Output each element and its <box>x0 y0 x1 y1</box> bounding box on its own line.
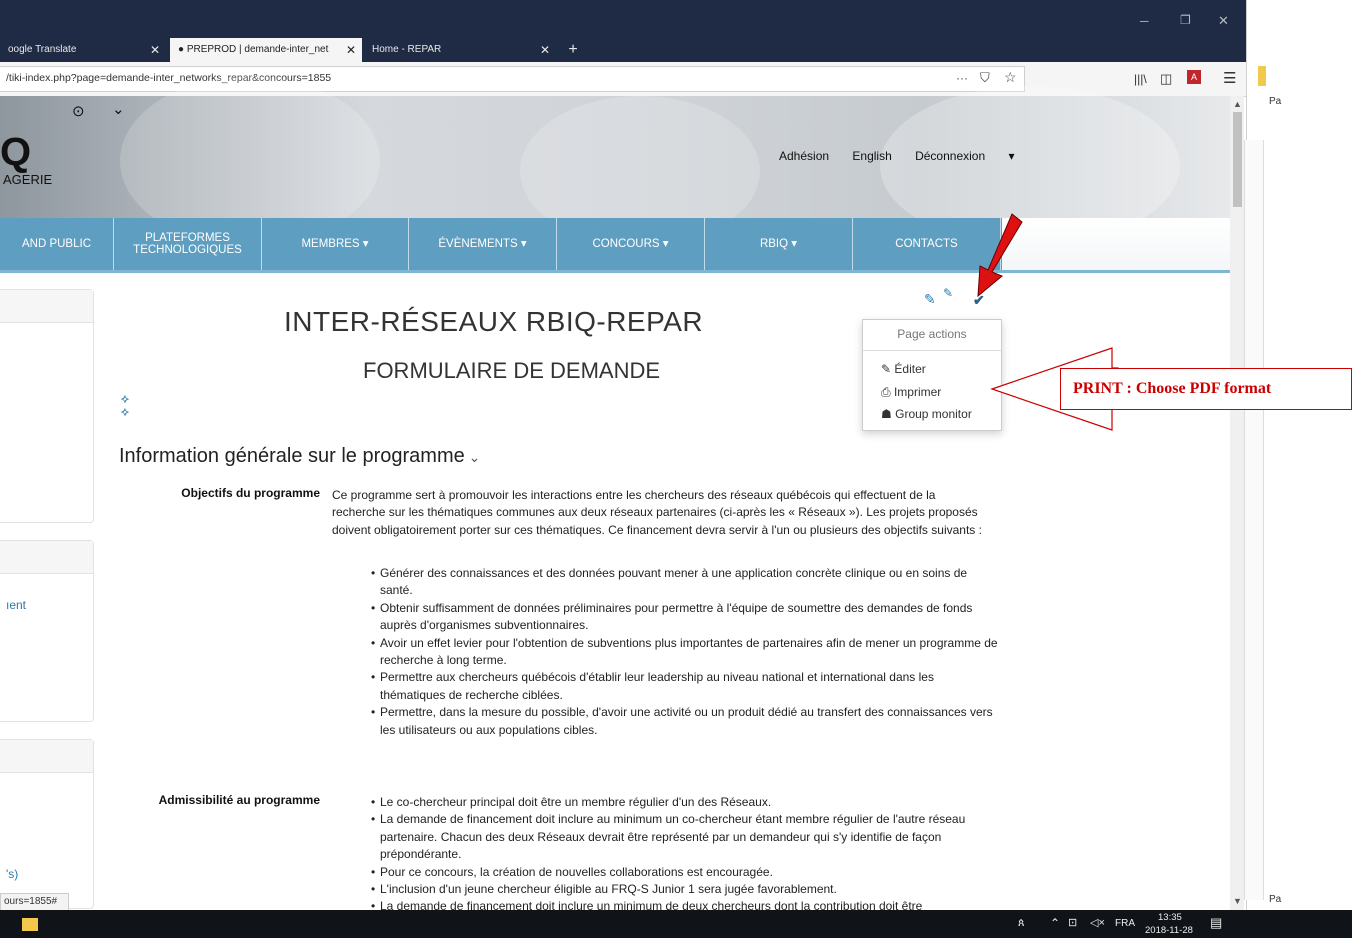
page-actions-menu: Page actions ✎ Éditer ⎙ Imprimer ☗ Group… <box>862 319 1002 431</box>
sidebar-link-1[interactable]: ıent <box>6 598 26 612</box>
objectives-list: Générer des connaissances et des données… <box>366 565 1000 739</box>
network-icon[interactable]: ⊡ <box>1068 916 1077 929</box>
tab-label: Home - REPAR <box>372 44 442 55</box>
menu-item-edit[interactable]: ✎ Éditer <box>881 362 926 376</box>
tab-preprod[interactable]: ● PREPROD | demande-inter_net ✕ <box>170 38 362 62</box>
sidebar-icon[interactable]: ◫ <box>1160 71 1172 87</box>
annotation-text: PRINT : Choose PDF format <box>1073 380 1272 397</box>
clock-date[interactable]: 2018-11-28 <box>1145 925 1193 936</box>
file-explorer-icon[interactable] <box>22 918 38 931</box>
close-icon[interactable]: ✕ <box>540 38 550 62</box>
folder-icon <box>1258 66 1266 86</box>
menu-concours[interactable]: CONCOURS ▾ <box>557 218 705 270</box>
chevron-up-icon[interactable]: ⌃ <box>1050 916 1060 930</box>
chevron-down-icon: ⌄ <box>464 449 481 465</box>
page-actions-header: Page actions <box>897 327 967 341</box>
notifications-icon[interactable]: ▤ <box>1210 915 1222 931</box>
sidebar-link-2[interactable]: 's) <box>6 867 18 881</box>
page-scrollbar-thumb[interactable] <box>1233 112 1242 207</box>
menu-plateformes[interactable]: PLATEFORMES TECHNOLOGIQUES <box>114 218 262 270</box>
volume-icon[interactable]: ◁× <box>1090 916 1105 929</box>
nav-english[interactable]: English <box>852 149 891 163</box>
language-indicator[interactable]: FRA <box>1115 918 1135 929</box>
menu-filler <box>1002 218 1230 270</box>
sidebar-box-2: ıent <box>0 540 94 722</box>
close-icon[interactable]: ✕ <box>346 38 356 62</box>
edit-icon[interactable]: ✎ <box>924 291 936 308</box>
list-item: L'inclusion d'un jeune chercheur éligibl… <box>371 881 982 899</box>
minimize-icon[interactable]: ─ <box>1140 14 1149 28</box>
nav-adhesion[interactable]: Adhésion <box>779 149 829 163</box>
list-item: La demande de financement doit inclure a… <box>371 811 982 863</box>
list-item: Pour ce concours, la création de nouvell… <box>371 864 982 882</box>
section-title[interactable]: Information générale sur le programme ⌄ <box>119 445 480 468</box>
pdf-icon[interactable]: A <box>1187 70 1201 84</box>
objectives-label: Objectifs du programme <box>181 486 320 500</box>
printer-icon: ⎙ <box>881 385 891 399</box>
menu-item-group-monitor[interactable]: ☗ Group monitor <box>881 407 972 421</box>
menu-membres[interactable]: MEMBRES ▾ <box>262 218 409 270</box>
github-icon: ● <box>178 44 185 55</box>
vertical-ruler <box>1244 140 1264 900</box>
site-logo[interactable]: Q <box>0 130 31 175</box>
url-bar[interactable]: /tiki-index.php?page=demande-inter_netwo… <box>0 66 1025 92</box>
top-nav: Adhésion English Déconnexion ▾ <box>779 149 1035 163</box>
page-subtitle: FORMULAIRE DE DEMANDE <box>363 358 661 383</box>
tab-label: PREPROD | demande-inter_net <box>186 44 329 55</box>
clock-time[interactable]: 13:35 <box>1158 912 1182 923</box>
eligibility-list: Le co-chercheur principal doit être un m… <box>366 794 982 910</box>
edit-icon-small[interactable]: ✎ <box>943 286 953 300</box>
list-item: La demande de financement doit inclure u… <box>371 898 982 910</box>
scroll-down-icon[interactable]: ▼ <box>1233 896 1242 906</box>
document-pane-bottom-text: Pa <box>1269 894 1282 905</box>
sidebar-box-1 <box>0 289 94 523</box>
red-arrow-icon <box>977 213 1023 298</box>
browser-tab-bar: oogle Translate ✕ ● PREPROD | demande-in… <box>0 0 1246 62</box>
nav-logout[interactable]: Déconnexion ▾ <box>915 149 1014 163</box>
new-tab-button[interactable]: + <box>562 38 584 62</box>
tab-home-repar[interactable]: Home - REPAR ✕ <box>366 38 556 62</box>
close-window-icon[interactable]: ✕ <box>1218 13 1229 29</box>
sidebar-box-3: 's) <box>0 739 94 909</box>
people-icon[interactable]: ጰ <box>1018 917 1025 930</box>
library-icon[interactable]: |||\ <box>1134 72 1147 86</box>
menu-icon[interactable]: ☰ <box>1223 69 1236 87</box>
objectives-intro: Ce programme sert à promouvoir les inter… <box>332 488 982 537</box>
clock-icon[interactable]: ⊙ <box>72 102 85 120</box>
list-item: Permettre aux chercheurs québécois d'éta… <box>371 669 1000 704</box>
restore-icon[interactable]: ❐ <box>1180 13 1191 27</box>
bookmark-star-icon[interactable]: ☆ <box>1004 69 1017 86</box>
site-logo-text: AGERIE <box>3 172 53 187</box>
list-item: Permettre, dans la mesure du possible, d… <box>371 704 1000 739</box>
document-pane-text: Pa <box>1269 96 1282 107</box>
list-item: Obtenir suffisamment de données prélimin… <box>371 600 1000 635</box>
menu-item-print[interactable]: ⎙ Imprimer <box>881 385 941 400</box>
page-scrollbar[interactable] <box>1230 96 1244 910</box>
chevron-down-icon[interactable]: ⌄ <box>112 100 125 118</box>
edit-icon: ✎ <box>881 362 892 376</box>
menu-rbiq[interactable]: RBIQ ▾ <box>705 218 853 270</box>
close-icon[interactable]: ✕ <box>150 38 160 62</box>
menu-evenements[interactable]: ÉVÈNEMENTS ▾ <box>409 218 557 270</box>
list-item: Générer des connaissances et des données… <box>371 565 1000 600</box>
taskbar: ጰ ⌃ ⊡ ◁× FRA 13:35 2018-11-28 ▤ <box>0 910 1352 938</box>
tab-label: oogle Translate <box>8 44 77 55</box>
tab-google-translate[interactable]: oogle Translate ✕ <box>0 38 166 62</box>
status-url: ours=1855# <box>0 893 69 911</box>
menu-grand-public[interactable]: AND PUBLIC <box>0 218 114 270</box>
users-icon: ☗ <box>881 407 892 421</box>
plugin-icon[interactable]: ⯎ ⯎ <box>121 394 129 420</box>
divider <box>863 350 1001 351</box>
list-item: Avoir un effet levier pour l'obtention d… <box>371 635 1000 670</box>
page-title: INTER-RÉSEAUX RBIQ-REPAR <box>284 306 704 337</box>
scroll-up-icon[interactable]: ▲ <box>1233 99 1242 109</box>
more-actions-icon[interactable]: ··· <box>956 71 968 85</box>
pocket-icon[interactable]: ⛉ <box>980 70 990 86</box>
site-header-banner <box>0 76 1230 246</box>
list-item: Le co-chercheur principal doit être un m… <box>371 794 982 812</box>
eligibility-label: Admissibilité au programme <box>158 793 320 807</box>
